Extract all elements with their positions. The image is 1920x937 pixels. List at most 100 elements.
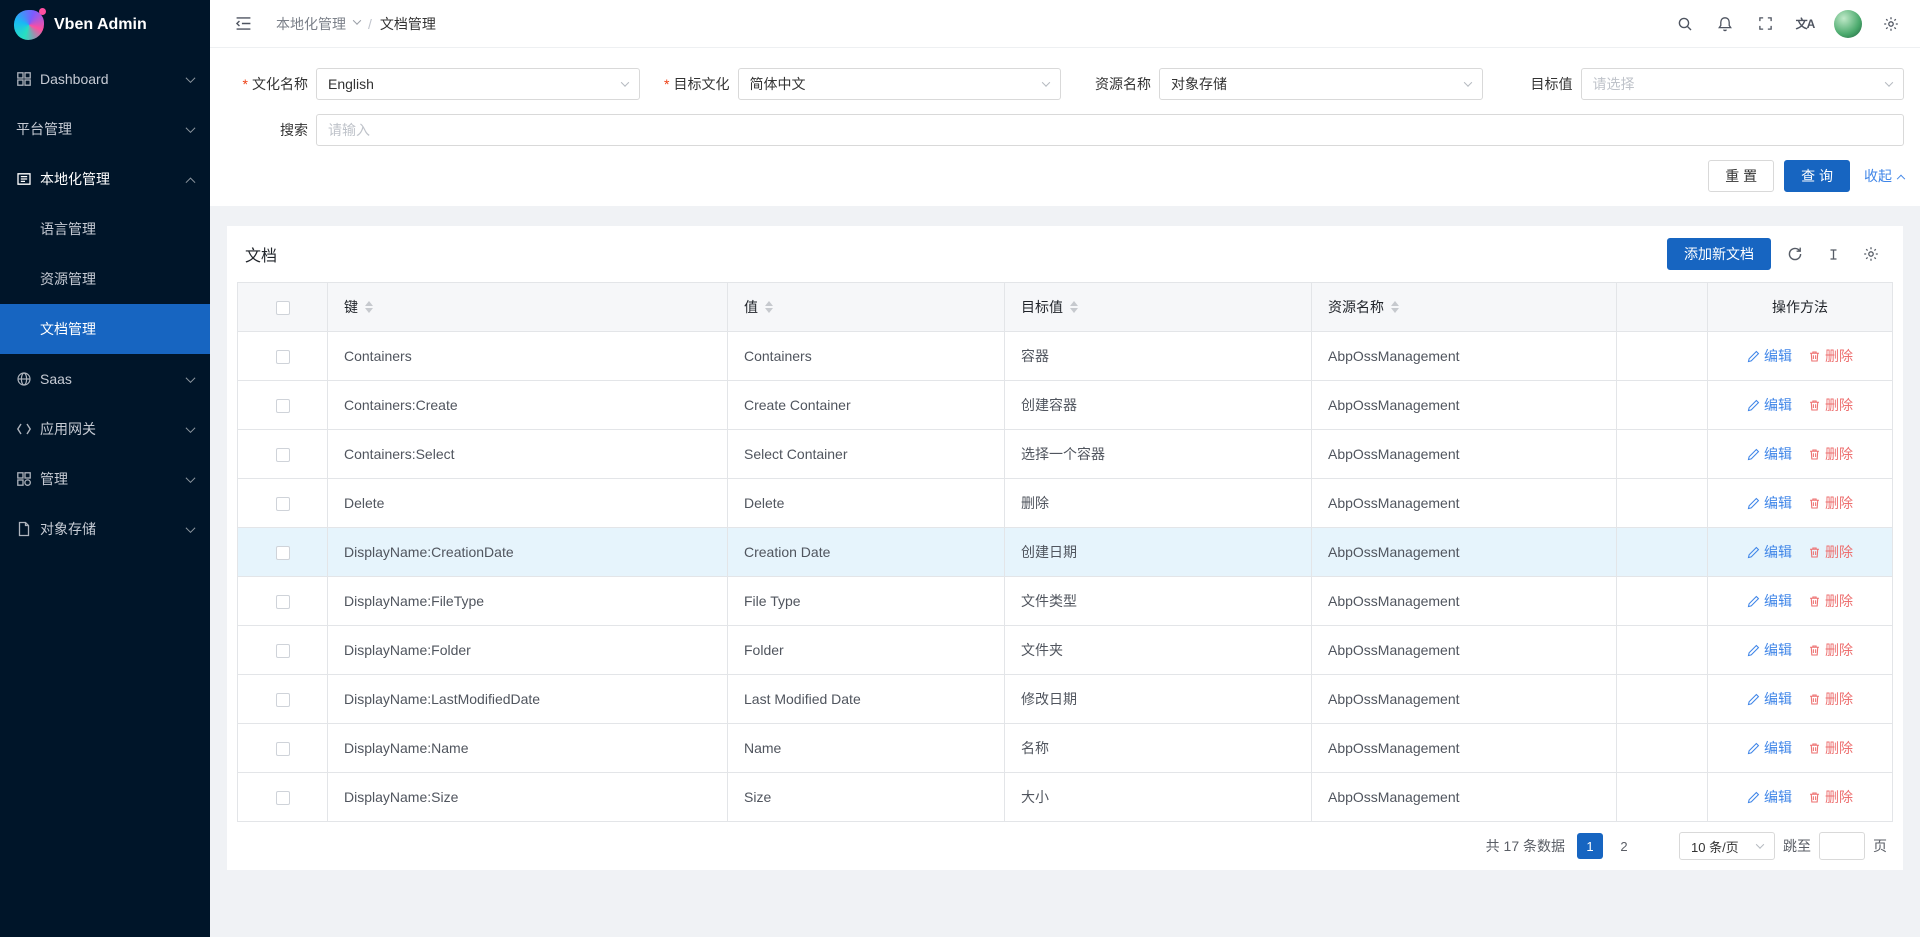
table-row: Containers:Create Create Container 创建容器 … bbox=[238, 381, 1893, 430]
collapse-toggle[interactable]: 收起 bbox=[1864, 166, 1904, 186]
trash-icon bbox=[1808, 742, 1821, 755]
next-page-button[interactable] bbox=[1645, 833, 1671, 859]
sidebar-item-saas[interactable]: Saas bbox=[0, 354, 210, 404]
edit-link[interactable]: 编辑 bbox=[1747, 346, 1792, 366]
column-header-key[interactable]: 键 bbox=[328, 283, 728, 332]
chevron-down-icon bbox=[1756, 840, 1764, 848]
delete-link[interactable]: 删除 bbox=[1808, 640, 1853, 660]
row-height-icon[interactable] bbox=[1819, 240, 1847, 268]
delete-link[interactable]: 删除 bbox=[1808, 738, 1853, 758]
page-button-2[interactable]: 2 bbox=[1611, 833, 1637, 859]
sidebar-item-platform[interactable]: 平台管理 bbox=[0, 104, 210, 154]
dashboard-icon bbox=[16, 71, 32, 87]
target-value-select[interactable]: 请选择 bbox=[1581, 68, 1905, 100]
column-settings-gear-icon[interactable] bbox=[1857, 240, 1885, 268]
column-header-target-value[interactable]: 目标值 bbox=[1005, 283, 1312, 332]
delete-link[interactable]: 删除 bbox=[1808, 689, 1853, 709]
edit-link[interactable]: 编辑 bbox=[1747, 444, 1792, 464]
edit-link[interactable]: 编辑 bbox=[1747, 493, 1792, 513]
chevron-down-icon bbox=[620, 78, 628, 86]
refresh-icon[interactable] bbox=[1781, 240, 1809, 268]
logo[interactable]: Vben Admin bbox=[0, 0, 210, 50]
search-label: 搜索 bbox=[226, 120, 316, 140]
storage-icon bbox=[16, 521, 32, 537]
cell-value: Select Container bbox=[728, 430, 1005, 479]
column-header-resource-name[interactable]: 资源名称 bbox=[1312, 283, 1617, 332]
breadcrumb-parent[interactable]: 本地化管理 bbox=[276, 14, 346, 34]
table-body: Containers Containers 容器 AbpOssManagemen… bbox=[238, 332, 1893, 822]
cell-resource-name: AbpOssManagement bbox=[1312, 479, 1617, 528]
row-checkbox[interactable] bbox=[276, 546, 290, 560]
menu-fold-icon[interactable] bbox=[226, 7, 260, 41]
fullscreen-icon[interactable] bbox=[1748, 7, 1782, 41]
delete-link[interactable]: 删除 bbox=[1808, 444, 1853, 464]
cell-value: File Type bbox=[728, 577, 1005, 626]
edit-link[interactable]: 编辑 bbox=[1747, 542, 1792, 562]
sidebar-item-label: 文档管理 bbox=[40, 319, 96, 339]
delete-link[interactable]: 删除 bbox=[1808, 542, 1853, 562]
sidebar-item-language-management[interactable]: 语言管理 bbox=[0, 204, 210, 254]
culture-name-select[interactable]: English bbox=[316, 68, 640, 100]
edit-link[interactable]: 编辑 bbox=[1747, 689, 1792, 709]
jump-page-input[interactable] bbox=[1819, 832, 1865, 860]
sidebar-item-dashboard[interactable]: Dashboard bbox=[0, 54, 210, 104]
breadcrumb-current: 文档管理 bbox=[380, 14, 436, 34]
resource-name-select[interactable]: 对象存储 bbox=[1159, 68, 1483, 100]
column-header-value[interactable]: 值 bbox=[728, 283, 1005, 332]
page-size-select[interactable]: 10 条/页 bbox=[1679, 832, 1775, 860]
delete-link[interactable]: 删除 bbox=[1808, 591, 1853, 611]
cell-resource-name: AbpOssManagement bbox=[1312, 724, 1617, 773]
row-checkbox[interactable] bbox=[276, 350, 290, 364]
trash-icon bbox=[1808, 791, 1821, 804]
saas-icon bbox=[16, 371, 32, 387]
translate-icon[interactable]: 文A bbox=[1788, 7, 1822, 41]
pencil-icon bbox=[1747, 595, 1760, 608]
delete-link[interactable]: 删除 bbox=[1808, 346, 1853, 366]
row-checkbox[interactable] bbox=[276, 742, 290, 756]
target-culture-select[interactable]: 简体中文 bbox=[738, 68, 1062, 100]
edit-link[interactable]: 编辑 bbox=[1747, 738, 1792, 758]
add-document-button[interactable]: 添加新文档 bbox=[1667, 238, 1771, 270]
cell-target-value: 修改日期 bbox=[1005, 675, 1312, 724]
cell-target-value: 创建容器 bbox=[1005, 381, 1312, 430]
page-button-1[interactable]: 1 bbox=[1577, 833, 1603, 859]
row-checkbox[interactable] bbox=[276, 399, 290, 413]
reset-button[interactable]: 重 置 bbox=[1708, 160, 1774, 192]
bell-icon[interactable] bbox=[1708, 7, 1742, 41]
row-checkbox[interactable] bbox=[276, 448, 290, 462]
delete-link[interactable]: 删除 bbox=[1808, 395, 1853, 415]
breadcrumb-separator: / bbox=[368, 16, 372, 32]
row-checkbox[interactable] bbox=[276, 644, 290, 658]
row-checkbox[interactable] bbox=[276, 693, 290, 707]
avatar[interactable] bbox=[1834, 10, 1862, 38]
cell-resource-name: AbpOssManagement bbox=[1312, 332, 1617, 381]
search-icon[interactable] bbox=[1668, 7, 1702, 41]
edit-link[interactable]: 编辑 bbox=[1747, 591, 1792, 611]
query-button[interactable]: 查 询 bbox=[1784, 160, 1850, 192]
delete-link[interactable]: 删除 bbox=[1808, 787, 1853, 807]
cell-value: Size bbox=[728, 773, 1005, 822]
cell-actions: 编辑 删除 bbox=[1708, 332, 1893, 381]
gear-icon[interactable] bbox=[1874, 7, 1908, 41]
trash-icon bbox=[1808, 350, 1821, 363]
cell-key: DisplayName:Size bbox=[328, 773, 728, 822]
edit-link[interactable]: 编辑 bbox=[1747, 395, 1792, 415]
delete-link[interactable]: 删除 bbox=[1808, 493, 1853, 513]
edit-link[interactable]: 编辑 bbox=[1747, 787, 1792, 807]
cell-actions: 编辑 删除 bbox=[1708, 381, 1893, 430]
select-all-checkbox[interactable] bbox=[276, 301, 290, 315]
sidebar-item-localization[interactable]: 本地化管理 bbox=[0, 154, 210, 204]
row-checkbox[interactable] bbox=[276, 595, 290, 609]
sidebar-item-object-storage[interactable]: 对象存储 bbox=[0, 504, 210, 554]
cell-spacer bbox=[1617, 479, 1708, 528]
search-input[interactable] bbox=[328, 122, 1892, 138]
edit-link[interactable]: 编辑 bbox=[1747, 640, 1792, 660]
sidebar-item-resource-management[interactable]: 资源管理 bbox=[0, 254, 210, 304]
sidebar-item-management[interactable]: 管理 bbox=[0, 454, 210, 504]
logo-icon bbox=[14, 10, 44, 40]
sidebar-item-document-management[interactable]: 文档管理 bbox=[0, 304, 210, 354]
chevron-down-icon bbox=[186, 423, 196, 433]
row-checkbox[interactable] bbox=[276, 791, 290, 805]
row-checkbox[interactable] bbox=[276, 497, 290, 511]
sidebar-item-gateway[interactable]: 应用网关 bbox=[0, 404, 210, 454]
